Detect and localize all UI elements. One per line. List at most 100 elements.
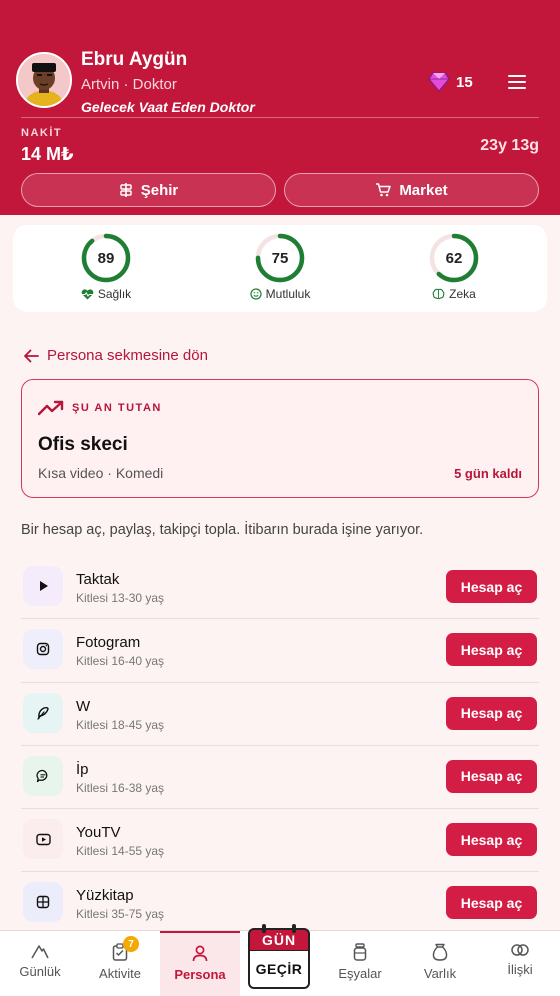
person-icon xyxy=(192,945,208,962)
platform-name: Taktak xyxy=(76,571,120,588)
calendar-ring-icon xyxy=(292,924,296,933)
cart-icon xyxy=(376,183,392,197)
happiness-ring: 75 xyxy=(254,232,306,284)
platform-icon-box xyxy=(23,566,63,606)
header-divider xyxy=(21,117,539,118)
gem-counter[interactable]: 15 xyxy=(428,72,473,92)
cash-label: NAKİT xyxy=(21,127,63,139)
profile-header: Ebru Aygün Artvin · Doktor Gelecek Vaat … xyxy=(0,0,560,215)
cash-value: 14 M₺ xyxy=(21,144,74,164)
grid-icon xyxy=(36,896,50,909)
arrow-left-icon xyxy=(24,349,39,362)
pass-day-bottom: GEÇİR xyxy=(248,951,310,989)
open-account-button[interactable]: Hesap aç xyxy=(446,633,537,667)
open-account-button[interactable]: Hesap aç xyxy=(446,696,537,730)
platform-name: Yüzkitap xyxy=(76,887,134,905)
avatar-illustration xyxy=(18,54,70,106)
trending-title: Ofis skeci xyxy=(38,434,128,455)
chat-icon xyxy=(36,769,48,783)
feather-icon xyxy=(37,706,49,720)
video-icon xyxy=(35,833,51,845)
open-account-button[interactable]: Hesap aç xyxy=(446,823,537,857)
gem-count: 15 xyxy=(456,73,473,91)
nav-daily-label: Günlük xyxy=(19,964,61,979)
list-item: Taktak Kitlesi 13-30 yaş Hesap aç xyxy=(21,556,539,620)
nav-items[interactable]: Eşyalar xyxy=(320,931,400,996)
smile-icon xyxy=(250,288,262,300)
platform-list: Taktak Kitlesi 13-30 yaş Hesap aç Fotogr… xyxy=(21,556,539,936)
nav-assets[interactable]: Varlık xyxy=(400,931,480,996)
happiness-label: Mutluluk xyxy=(265,287,311,301)
calendar-ring-icon xyxy=(262,924,266,933)
platform-icon-box xyxy=(23,629,63,670)
platform-name: İp xyxy=(76,760,89,778)
list-item: W Kitlesi 18-45 yaş Hesap aç xyxy=(21,683,539,746)
stat-health: 89 Sağlık xyxy=(51,232,161,301)
hamburger-icon xyxy=(508,75,526,77)
nav-relationship-label: İlişki xyxy=(507,962,533,977)
health-value: 89 xyxy=(97,249,115,267)
platform-audience: Kitlesi 13-30 yaş xyxy=(76,591,165,605)
platform-audience: Kitlesi 16-38 yaş xyxy=(76,780,165,795)
open-account-button[interactable]: Hesap aç xyxy=(446,759,537,793)
open-account-button[interactable]: Hesap aç xyxy=(446,570,537,603)
open-account-button[interactable]: Hesap aç xyxy=(446,886,537,920)
intelligence-ring: 62 xyxy=(428,232,480,284)
back-link[interactable]: Persona sekmesine dön xyxy=(23,347,208,364)
platform-name: Fotogram xyxy=(76,634,141,652)
nav-relationship[interactable]: İlişki xyxy=(480,931,560,996)
trending-card[interactable]: ŞU AN TUTAN Ofis skeci Kısa video · Kome… xyxy=(21,379,539,498)
platform-audience: Kitlesi 35-75 yaş xyxy=(76,907,165,922)
platform-icon-box xyxy=(23,692,63,733)
activity-badge: 7 xyxy=(123,936,139,952)
menu-button[interactable] xyxy=(506,72,528,90)
list-item: Fotogram Kitlesi 16-40 yaş Hesap aç xyxy=(21,619,539,683)
intro-text: Bir hesap aç, paylaş, takipçi topla. İti… xyxy=(21,522,424,538)
mountain-icon xyxy=(31,945,49,959)
list-item: İp Kitlesi 16-38 yaş Hesap aç xyxy=(21,746,539,810)
jar-icon xyxy=(353,943,367,961)
list-item: YouTV Kitlesi 14-55 yaş Hesap aç xyxy=(21,809,539,873)
market-button[interactable]: Market xyxy=(284,173,539,207)
nav-items-label: Eşyalar xyxy=(338,966,382,981)
player-title: Gelecek Vaat Eden Doktor xyxy=(81,99,255,115)
platform-audience: Kitlesi 18-45 yaş xyxy=(76,717,165,732)
intelligence-value: 62 xyxy=(445,249,463,267)
platform-icon-box xyxy=(23,755,63,796)
platform-audience: Kitlesi 16-40 yaş xyxy=(76,654,165,669)
intelligence-label: Zeka xyxy=(449,287,476,301)
rings-icon xyxy=(511,944,529,956)
trending-heading: ŞU AN TUTAN xyxy=(72,402,162,414)
city-button-label: Şehir xyxy=(140,181,179,199)
health-label: Sağlık xyxy=(97,287,132,301)
nav-persona-label: Persona xyxy=(174,967,226,982)
player-age: 23y 13g xyxy=(480,137,539,154)
player-name: Ebru Aygün xyxy=(81,49,188,70)
platform-icon-box xyxy=(23,819,63,860)
trending-up-icon xyxy=(38,400,64,416)
play-icon xyxy=(40,581,48,591)
platform-audience: Kitlesi 14-55 yaş xyxy=(76,844,165,859)
happiness-value: 75 xyxy=(271,249,289,267)
city-button[interactable]: Şehir xyxy=(21,173,276,207)
trending-subtitle: Kısa video · Komedi xyxy=(38,465,164,481)
platform-name: YouTV xyxy=(76,824,121,842)
trending-days-left: 5 gün kaldı xyxy=(454,466,522,481)
brain-icon xyxy=(432,288,445,300)
health-ring: 89 xyxy=(80,232,132,284)
nav-activity[interactable]: 7 Aktivite xyxy=(80,931,160,996)
stats-card: 89 Sağlık 75 Mutluluk 62 Zeka xyxy=(13,225,547,312)
back-link-label: Persona sekmesine dön xyxy=(47,347,208,364)
camera-icon xyxy=(36,643,50,656)
avatar[interactable] xyxy=(16,52,72,108)
pass-day-top: GÜN xyxy=(248,928,310,952)
stat-happiness: 75 Mutluluk xyxy=(225,232,335,301)
nav-persona[interactable]: Persona xyxy=(160,931,240,996)
platform-icon-box xyxy=(23,882,63,923)
nav-daily[interactable]: Günlük xyxy=(0,931,80,996)
heart-pulse-icon xyxy=(81,288,94,299)
diamond-icon xyxy=(428,72,450,92)
nav-assets-label: Varlık xyxy=(423,966,457,981)
bag-icon xyxy=(432,943,448,961)
pass-day-button[interactable]: GÜN GEÇİR xyxy=(248,924,310,992)
